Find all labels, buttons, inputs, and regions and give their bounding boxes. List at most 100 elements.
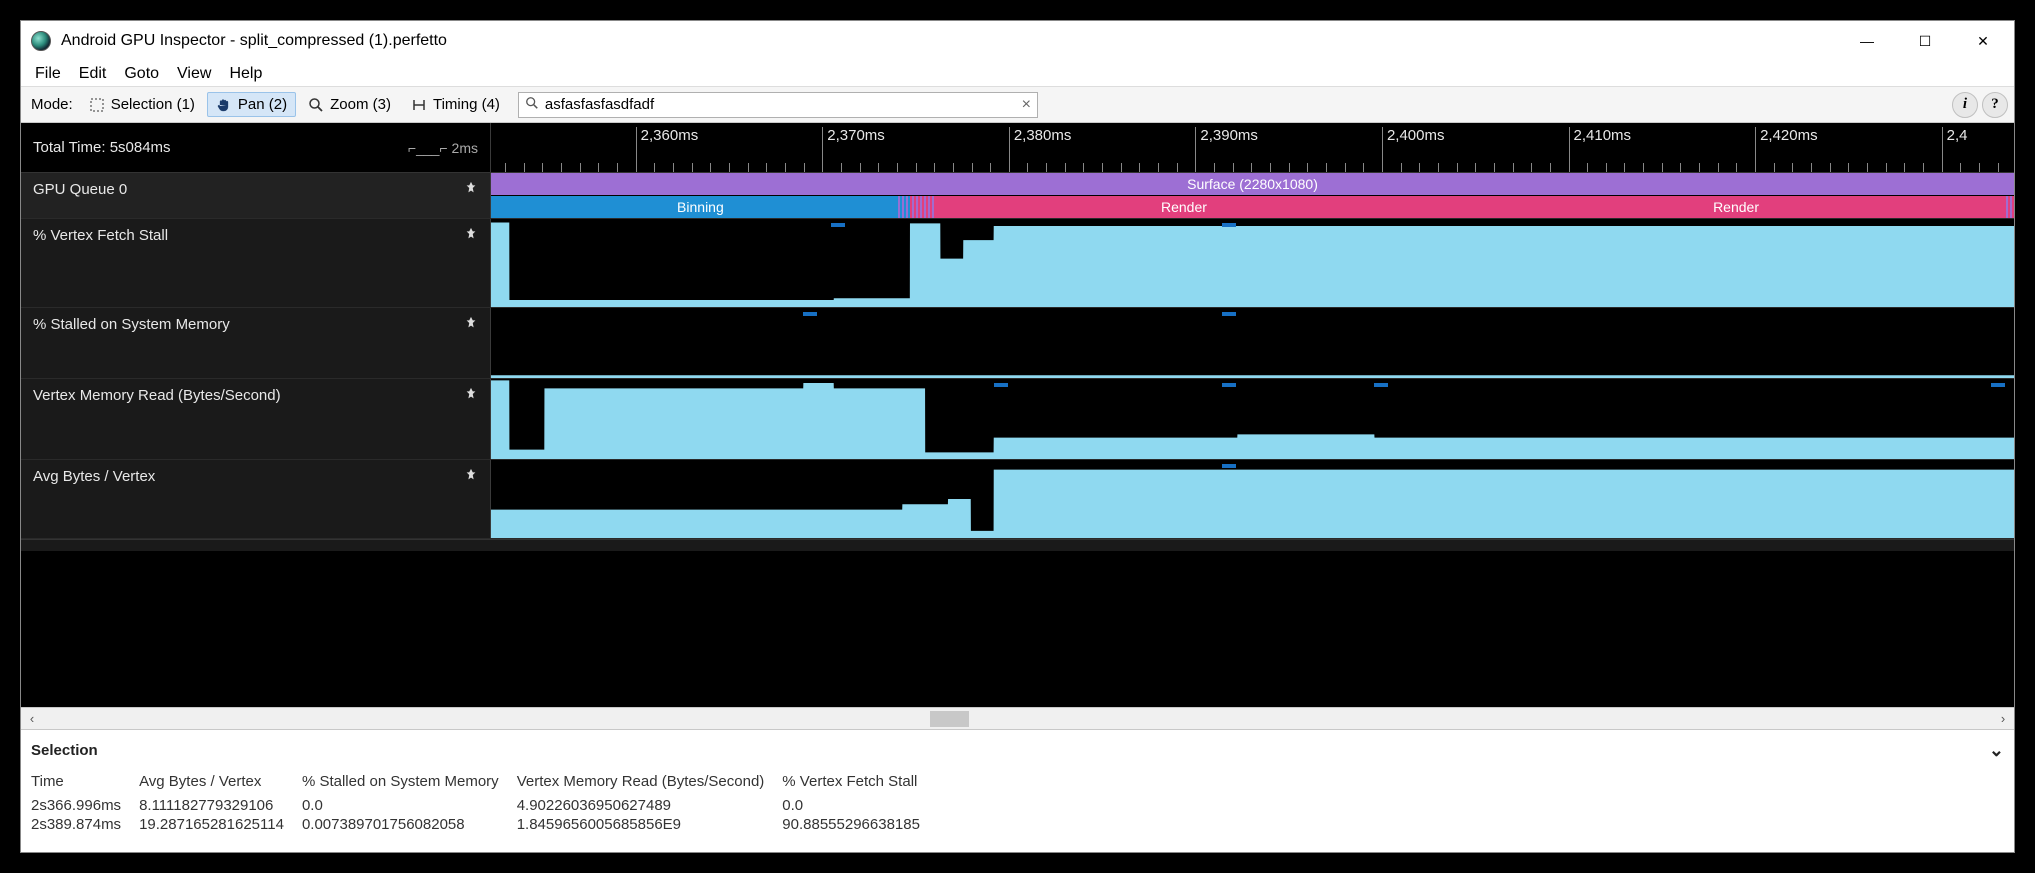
mode-timing-label: Timing (4) (433, 96, 500, 113)
app-window: Android GPU Inspector - split_compressed… (20, 20, 2015, 853)
window-minimize-button[interactable]: — (1838, 21, 1896, 61)
data-marker (1222, 223, 1236, 227)
data-marker (994, 383, 1008, 387)
track-stalled-sysmem: % Stalled on System Memory (21, 308, 2014, 379)
pin-icon[interactable] (464, 227, 478, 245)
mode-selection-label: Selection (1) (111, 96, 195, 113)
timeline-bottom-strip (21, 539, 2014, 551)
time-header: Total Time: 5s084ms ⌐___⌐ 2ms 2,360ms2,3… (21, 123, 2014, 173)
gpu-phase-render[interactable]: Render (1458, 196, 2014, 218)
zoom-icon (308, 97, 324, 113)
horizontal-scrollbar[interactable]: ‹ › (21, 707, 2014, 729)
menu-help[interactable]: Help (221, 63, 270, 85)
mode-selection-button[interactable]: Selection (1) (81, 93, 203, 116)
gpu-phase-binning[interactable]: Binning (491, 196, 910, 218)
track-gpu-queue-label: GPU Queue 0 (33, 181, 127, 198)
table-cell: 0.007389701756082058 (302, 815, 517, 834)
total-time-label: Total Time: 5s084ms (33, 139, 171, 156)
timeline: Total Time: 5s084ms ⌐___⌐ 2ms 2,360ms2,3… (21, 123, 2014, 707)
scroll-right-arrow[interactable]: › (1992, 711, 2014, 726)
track-vfs-body[interactable] (491, 219, 2014, 307)
menu-file[interactable]: File (27, 63, 69, 85)
time-header-left: Total Time: 5s084ms ⌐___⌐ 2ms (21, 123, 491, 172)
info-button[interactable]: i (1952, 92, 1978, 118)
table-cell: 0.0 (782, 796, 938, 815)
search-box[interactable]: × (518, 92, 1038, 118)
data-marker (1222, 312, 1236, 316)
mode-zoom-button[interactable]: Zoom (3) (300, 93, 399, 116)
track-vertex-mem-read: Vertex Memory Read (Bytes/Second) (21, 379, 2014, 460)
scale-indicator: ⌐___⌐ 2ms (408, 140, 478, 156)
hand-icon (216, 97, 232, 113)
track-abv-header[interactable]: Avg Bytes / Vertex (21, 460, 491, 538)
table-cell: 19.287165281625114 (139, 815, 302, 834)
clear-search-icon[interactable]: × (1022, 96, 1031, 114)
window-title: Android GPU Inspector - split_compressed… (61, 32, 447, 50)
titlebar: Android GPU Inspector - split_compressed… (21, 21, 2014, 61)
gpu-surface-bar[interactable]: Surface (2280x1080) (491, 173, 2014, 195)
pin-icon[interactable] (464, 181, 478, 199)
data-marker (1991, 383, 2005, 387)
selection-col-header: Time (31, 771, 139, 796)
table-row[interactable]: 2s366.996ms8.1111827793291060.04.9022603… (31, 796, 938, 815)
table-cell: 2s389.874ms (31, 815, 139, 834)
selection-table: TimeAvg Bytes / Vertex% Stalled on Syste… (31, 771, 938, 834)
track-ssm-header[interactable]: % Stalled on System Memory (21, 308, 491, 378)
track-vmr-label: Vertex Memory Read (Bytes/Second) (33, 387, 281, 404)
scroll-left-arrow[interactable]: ‹ (21, 711, 43, 726)
selection-icon (89, 97, 105, 113)
data-marker (1374, 383, 1388, 387)
selection-col-header: % Vertex Fetch Stall (782, 771, 938, 796)
pin-icon[interactable] (464, 387, 478, 405)
window-maximize-button[interactable]: ☐ (1896, 21, 1954, 61)
gpu-phase-row: BinningRenderRender (491, 196, 2014, 218)
help-button[interactable]: ? (1982, 92, 2008, 118)
track-vfs-label: % Vertex Fetch Stall (33, 227, 168, 244)
window-close-button[interactable]: ✕ (1954, 21, 2012, 61)
selection-panel: Selection ⌄ TimeAvg Bytes / Vertex% Stal… (21, 729, 2014, 852)
track-gpu-queue-header[interactable]: GPU Queue 0 (21, 173, 491, 218)
pin-icon[interactable] (464, 316, 478, 334)
track-vfs-header[interactable]: % Vertex Fetch Stall (21, 219, 491, 307)
selection-header: Selection (31, 742, 98, 759)
data-marker (803, 312, 817, 316)
track-ssm-body[interactable] (491, 308, 2014, 378)
mode-pan-button[interactable]: Pan (2) (207, 92, 296, 117)
table-row[interactable]: 2s389.874ms19.2871652816251140.007389701… (31, 815, 938, 834)
table-cell: 0.0 (302, 796, 517, 815)
track-vmr-body[interactable] (491, 379, 2014, 459)
track-gpu-queue-body[interactable]: Surface (2280x1080) BinningRenderRender (491, 173, 2014, 218)
gpu-phase-render[interactable]: Render (910, 196, 1458, 218)
data-marker (1222, 464, 1236, 468)
track-abv-body[interactable] (491, 460, 2014, 538)
timing-icon (411, 97, 427, 113)
track-gpu-queue: GPU Queue 0 Surface (2280x1080) BinningR… (21, 173, 2014, 219)
selection-col-header: Vertex Memory Read (Bytes/Second) (517, 771, 783, 796)
track-vertex-fetch-stall: % Vertex Fetch Stall (21, 219, 2014, 308)
track-vmr-header[interactable]: Vertex Memory Read (Bytes/Second) (21, 379, 491, 459)
pin-icon[interactable] (464, 468, 478, 486)
mode-label: Mode: (27, 96, 77, 113)
scroll-thumb[interactable] (930, 711, 969, 727)
scroll-track[interactable] (43, 708, 1992, 729)
table-cell: 1.8459656005685856E9 (517, 815, 783, 834)
selection-col-header: Avg Bytes / Vertex (139, 771, 302, 796)
time-ruler[interactable]: 2,360ms2,370ms2,380ms2,390ms2,400ms2,410… (491, 123, 2014, 172)
menu-goto[interactable]: Goto (116, 63, 167, 85)
selection-col-header: % Stalled on System Memory (302, 771, 517, 796)
menu-view[interactable]: View (169, 63, 219, 85)
app-icon (31, 31, 51, 51)
data-marker (831, 223, 845, 227)
menubar: File Edit Goto View Help (21, 61, 2014, 87)
menu-edit[interactable]: Edit (71, 63, 115, 85)
track-abv-label: Avg Bytes / Vertex (33, 468, 155, 485)
search-input[interactable] (545, 96, 1016, 113)
mode-zoom-label: Zoom (3) (330, 96, 391, 113)
table-cell: 4.90226036950627489 (517, 796, 783, 815)
table-cell: 8.111182779329106 (139, 796, 302, 815)
mode-timing-button[interactable]: Timing (4) (403, 93, 508, 116)
track-ssm-label: % Stalled on System Memory (33, 316, 230, 333)
chevron-down-icon[interactable]: ⌄ (1989, 740, 2004, 761)
search-icon (525, 96, 539, 114)
table-cell: 2s366.996ms (31, 796, 139, 815)
